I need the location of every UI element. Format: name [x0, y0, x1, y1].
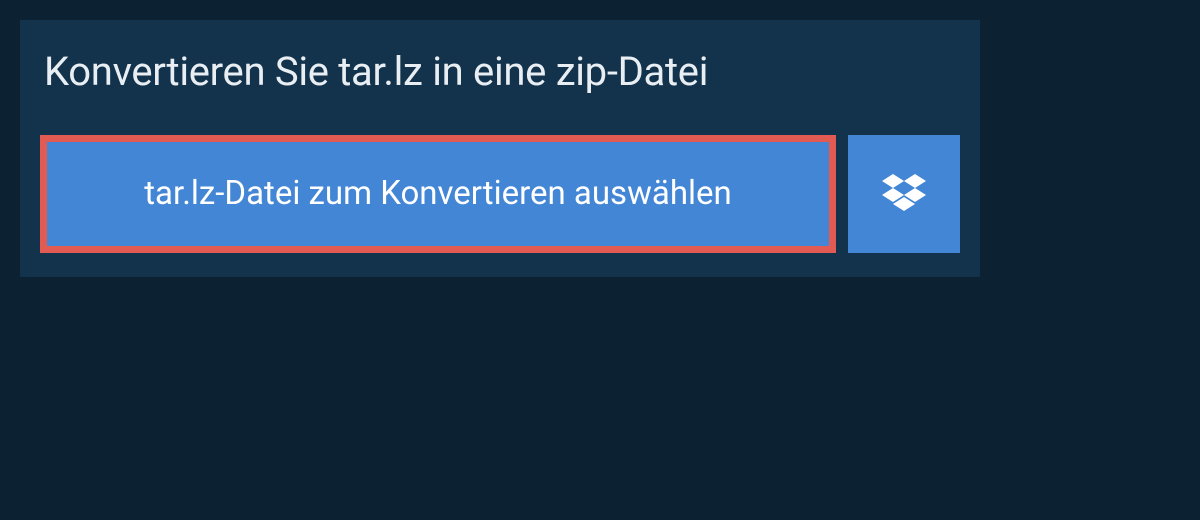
- converter-panel: Konvertieren Sie tar.lz in eine zip-Date…: [20, 20, 980, 277]
- panel-title: Konvertieren Sie tar.lz in eine zip-Date…: [20, 20, 980, 135]
- file-chooser-row: tar.lz-Datei zum Konvertieren auswählen: [20, 135, 980, 277]
- dropbox-button[interactable]: [848, 135, 960, 253]
- select-file-button[interactable]: tar.lz-Datei zum Konvertieren auswählen: [40, 135, 836, 253]
- dropbox-icon: [882, 174, 926, 214]
